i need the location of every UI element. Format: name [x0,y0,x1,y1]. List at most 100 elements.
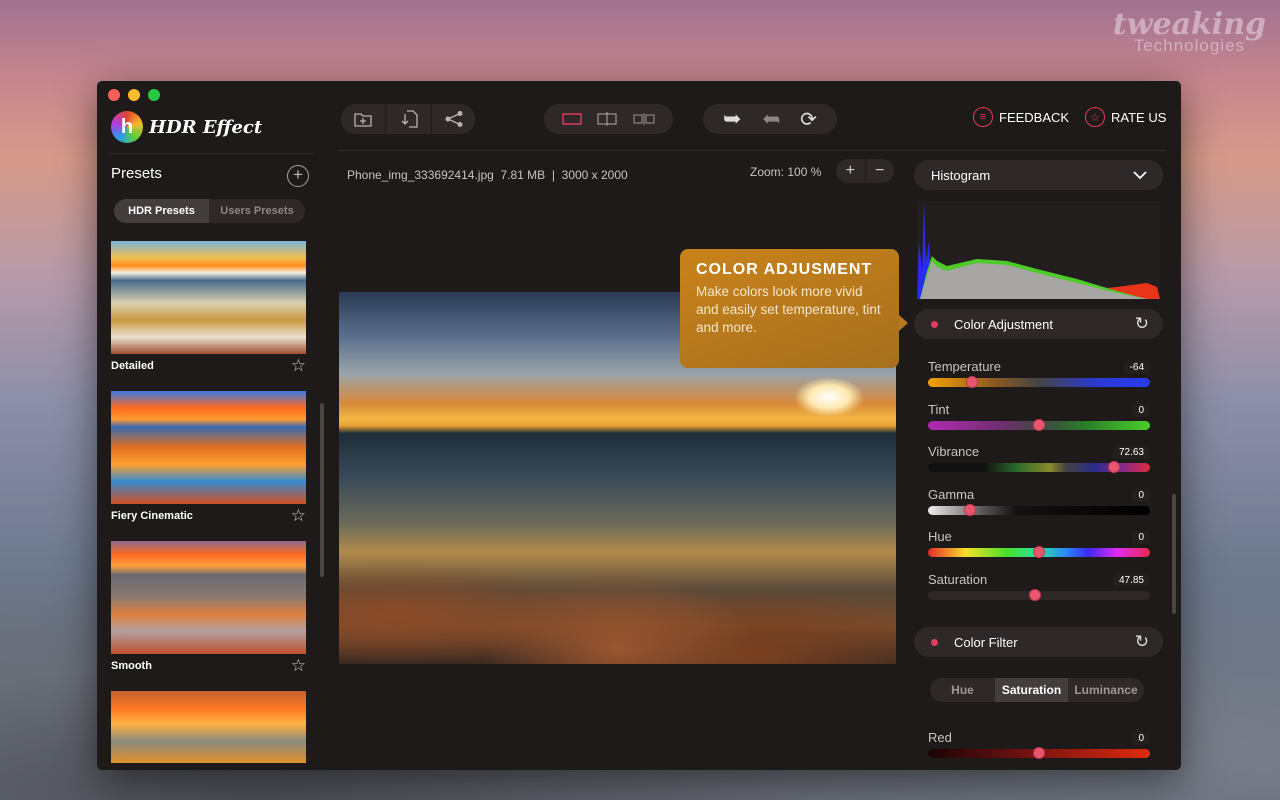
tab-hdr-presets[interactable]: HDR Presets [114,199,209,223]
slider-track[interactable] [928,503,1150,516]
reset-icon[interactable]: ↻ [1135,314,1149,334]
slider-tint: Tint 0 [928,399,1150,431]
preset-thumbnail [111,541,306,654]
minimize-button[interactable] [128,89,140,101]
file-dimensions: 3000 x 2000 [561,168,628,182]
reset-button[interactable]: ⟳ [800,104,817,134]
zoom-in-button[interactable]: + [836,159,865,183]
close-button[interactable] [108,89,120,101]
reset-icon: ⟳ [800,108,817,131]
slider-handle[interactable] [1108,461,1121,473]
single-view-button[interactable] [562,104,582,134]
divider [108,153,314,154]
slider-handle[interactable] [1033,418,1045,431]
slider-value[interactable]: 0 [1132,732,1150,745]
image-rocks [339,496,896,664]
file-info: Phone_img_333692414.jpg 7.81 MB | 3000 x… [347,168,628,182]
slider-value[interactable]: 72.63 [1112,446,1150,459]
slider-label: Saturation [928,571,988,587]
slider-saturation: Saturation 47.85 [928,569,1150,601]
slider-label: Hue [928,529,952,544]
slider-track[interactable] [928,747,1150,759]
status-dot [931,320,938,328]
split-view-button[interactable] [597,104,618,134]
import-button[interactable] [341,104,385,134]
export-button[interactable] [385,104,431,134]
tab-luminance[interactable]: Luminance [1068,678,1144,702]
preset-item[interactable] [111,691,306,763]
slider-track[interactable] [928,461,1150,473]
app-logo: h HDR Effect [111,111,262,143]
favorite-star-icon[interactable]: ☆ [291,356,306,376]
slider-value[interactable]: 0 [1132,531,1150,544]
preset-thumbnail [111,691,306,763]
favorite-star-icon[interactable]: ☆ [291,506,306,526]
file-name: Phone_img_333692414.jpg [347,168,494,182]
maximize-button[interactable] [148,89,160,101]
panel-scrollbar[interactable] [1172,494,1176,614]
share-button[interactable] [431,104,475,134]
chevron-down-icon [1133,170,1147,179]
slider-label: Vibrance [928,444,980,459]
reset-icon[interactable]: ↻ [1135,632,1149,652]
feedback-icon: ≡ [973,107,993,127]
slider-gamma: Gamma 0 [928,484,1150,516]
add-preset-button[interactable]: + [287,165,309,187]
window-controls [108,89,160,101]
slider-value[interactable]: 0 [1132,488,1150,502]
slider-hue: Hue 0 [928,526,1150,558]
file-size: 7.81 MB [500,168,546,182]
slider-handle[interactable] [964,503,977,516]
split-view-icon [597,112,618,126]
color-filter-section[interactable]: Color Filter ↻ [914,627,1163,657]
slider-track[interactable] [928,588,1150,601]
slider-track[interactable] [928,418,1150,431]
watermark: tweaking Technologies [1112,7,1266,56]
tab-hue[interactable]: Hue [930,678,995,702]
slider-temperature: Temperature -64 [928,356,1150,388]
histogram-chart [917,201,1160,299]
export-file-icon [401,110,418,128]
tooltip-body: Make colors look more vivid and easily s… [696,284,881,335]
preset-thumbnail [111,241,306,354]
sidebar-scrollbar[interactable] [320,403,324,577]
preset-item[interactable]: Detailed ☆ [111,241,306,378]
preset-item[interactable]: Fiery Cinematic ☆ [111,391,306,528]
side-by-side-view-button[interactable] [633,104,655,134]
rate-us-button[interactable]: ☆ RATE US [1085,107,1166,127]
color-adjustment-section[interactable]: Color Adjustment ↻ [914,309,1163,339]
slider-handle[interactable] [1028,588,1041,601]
file-toolbar [341,104,475,134]
slider-handle[interactable] [1033,747,1045,759]
app-window: h HDR Effect ➥ ➦ ⟳ ≡ FEEDBACK ☆ RATE US … [97,81,1181,770]
panel-dropdown[interactable]: Histogram [914,160,1163,190]
tab-saturation[interactable]: Saturation [995,678,1068,702]
history-toolbar: ➥ ➦ ⟳ [703,104,837,134]
slider-label: Red [928,730,952,745]
zoom-out-button[interactable]: − [864,159,895,183]
slider-value[interactable]: -64 [1123,361,1150,374]
tooltip-title: COLOR ADJUSMENT [696,261,873,278]
plus-icon: + [293,165,303,184]
favorite-star-icon[interactable]: ☆ [291,656,306,676]
zoom-controls: + − [836,159,894,183]
slider-track[interactable] [928,376,1150,388]
slider-value[interactable]: 47.85 [1112,573,1150,587]
app-title: HDR Effect [149,116,263,138]
undo-button[interactable]: ➥ [723,104,741,134]
zoom-level: Zoom: 100 % [750,165,822,179]
undo-icon: ➥ [723,106,742,131]
view-mode-toolbar [544,104,673,134]
tab-users-presets[interactable]: Users Presets [209,199,305,223]
slider-handle[interactable] [1033,546,1045,558]
slider-red: Red 0 [928,727,1150,759]
redo-button[interactable]: ➦ [762,104,780,134]
preset-thumbnail [111,391,306,504]
preset-item[interactable]: Smooth ☆ [111,541,306,678]
slider-label: Temperature [928,359,1001,374]
slider-handle[interactable] [966,376,979,388]
slider-track[interactable] [928,546,1150,558]
feedback-button[interactable]: ≡ FEEDBACK [973,107,1069,127]
star-icon: ☆ [1085,107,1105,127]
slider-value[interactable]: 0 [1132,403,1150,417]
